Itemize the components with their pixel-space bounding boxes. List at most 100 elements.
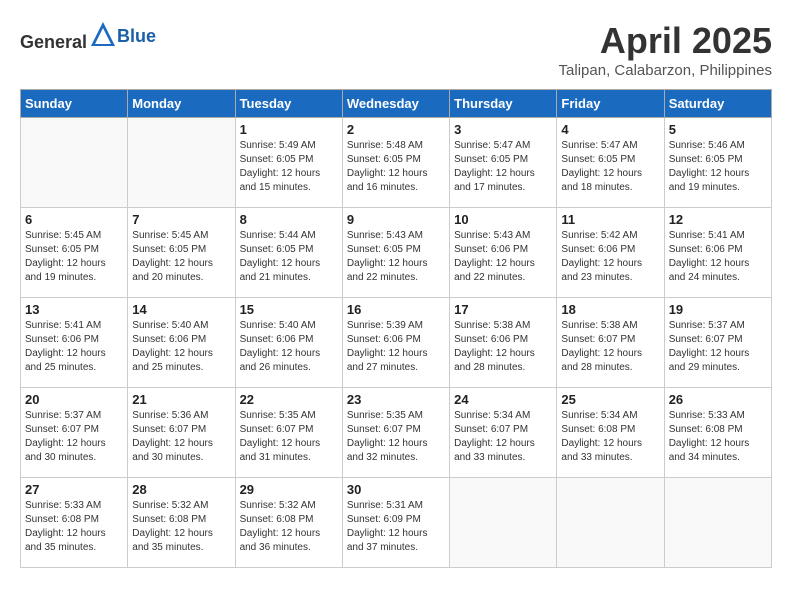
day-number: 6 [25, 212, 123, 227]
day-number: 15 [240, 302, 338, 317]
day-info: Sunrise: 5:43 AM Sunset: 6:06 PM Dayligh… [454, 229, 552, 285]
day-number: 21 [132, 392, 230, 407]
day-number: 29 [240, 482, 338, 497]
calendar-cell: 26 Sunrise: 5:33 AM Sunset: 6:08 PM Dayli… [664, 388, 771, 478]
calendar-weekday-sunday: Sunday [21, 90, 128, 118]
day-number: 22 [240, 392, 338, 407]
day-number: 26 [669, 392, 767, 407]
calendar-cell: 5 Sunrise: 5:46 AM Sunset: 6:05 PM Daylig… [664, 118, 771, 208]
calendar-weekday-saturday: Saturday [664, 90, 771, 118]
day-number: 28 [132, 482, 230, 497]
calendar-cell: 8 Sunrise: 5:44 AM Sunset: 6:05 PM Daylig… [235, 208, 342, 298]
title-block: April 2025 Talipan, Calabarzon, Philippi… [559, 20, 772, 79]
calendar-cell: 11 Sunrise: 5:42 AM Sunset: 6:06 PM Dayli… [557, 208, 664, 298]
day-number: 10 [454, 212, 552, 227]
day-info: Sunrise: 5:37 AM Sunset: 6:07 PM Dayligh… [669, 319, 767, 375]
calendar-weekday-monday: Monday [128, 90, 235, 118]
calendar-table: SundayMondayTuesdayWednesdayThursdayFrid… [20, 89, 772, 568]
logo-general: General [20, 32, 87, 52]
day-info: Sunrise: 5:41 AM Sunset: 6:06 PM Dayligh… [25, 319, 123, 375]
logo-icon [89, 20, 117, 48]
day-info: Sunrise: 5:37 AM Sunset: 6:07 PM Dayligh… [25, 409, 123, 465]
calendar-cell: 16Sunrise: 5:39 AM Sunset: 6:06 PM Dayli… [342, 298, 449, 388]
day-number: 4 [561, 122, 659, 137]
day-info: Sunrise: 5:47 AM Sunset: 6:05 PM Dayligh… [454, 139, 552, 195]
calendar-cell: 12 Sunrise: 5:41 AM Sunset: 6:06 PM Dayli… [664, 208, 771, 298]
calendar-cell: 30Sunrise: 5:31 AM Sunset: 6:09 PM Dayli… [342, 478, 449, 568]
calendar-cell: 17Sunrise: 5:38 AM Sunset: 6:06 PM Dayli… [450, 298, 557, 388]
day-info: Sunrise: 5:32 AM Sunset: 6:08 PM Dayligh… [132, 499, 230, 555]
day-info: Sunrise: 5:47 AM Sunset: 6:05 PM Dayligh… [561, 139, 659, 195]
calendar-cell: 29 Sunrise: 5:32 AM Sunset: 6:08 PM Dayli… [235, 478, 342, 568]
day-info: Sunrise: 5:38 AM Sunset: 6:07 PM Dayligh… [561, 319, 659, 375]
day-info: Sunrise: 5:40 AM Sunset: 6:06 PM Dayligh… [132, 319, 230, 375]
day-number: 13 [25, 302, 123, 317]
calendar-week-row: 20 Sunrise: 5:37 AM Sunset: 6:07 PM Dayli… [21, 388, 772, 478]
calendar-cell: 25Sunrise: 5:34 AM Sunset: 6:08 PM Dayli… [557, 388, 664, 478]
day-number: 8 [240, 212, 338, 227]
calendar-weekday-friday: Friday [557, 90, 664, 118]
day-info: Sunrise: 5:43 AM Sunset: 6:05 PM Dayligh… [347, 229, 445, 285]
calendar-cell: 9 Sunrise: 5:43 AM Sunset: 6:05 PM Daylig… [342, 208, 449, 298]
day-number: 23 [347, 392, 445, 407]
day-number: 3 [454, 122, 552, 137]
day-info: Sunrise: 5:34 AM Sunset: 6:08 PM Dayligh… [561, 409, 659, 465]
calendar-cell [128, 118, 235, 208]
calendar-cell [664, 478, 771, 568]
logo-blue: Blue [117, 26, 156, 46]
day-info: Sunrise: 5:45 AM Sunset: 6:05 PM Dayligh… [25, 229, 123, 285]
day-info: Sunrise: 5:42 AM Sunset: 6:06 PM Dayligh… [561, 229, 659, 285]
calendar-cell: 19 Sunrise: 5:37 AM Sunset: 6:07 PM Dayli… [664, 298, 771, 388]
day-number: 9 [347, 212, 445, 227]
day-number: 27 [25, 482, 123, 497]
calendar-week-row: 1 Sunrise: 5:49 AM Sunset: 6:05 PM Daylig… [21, 118, 772, 208]
page-header: General Blue April 2025 Talipan, Calabar… [20, 20, 772, 79]
day-info: Sunrise: 5:33 AM Sunset: 6:08 PM Dayligh… [25, 499, 123, 555]
calendar-cell: 10 Sunrise: 5:43 AM Sunset: 6:06 PM Dayli… [450, 208, 557, 298]
day-info: Sunrise: 5:32 AM Sunset: 6:08 PM Dayligh… [240, 499, 338, 555]
calendar-cell: 27 Sunrise: 5:33 AM Sunset: 6:08 PM Dayli… [21, 478, 128, 568]
calendar-cell: 3 Sunrise: 5:47 AM Sunset: 6:05 PM Daylig… [450, 118, 557, 208]
day-number: 20 [25, 392, 123, 407]
calendar-cell: 14Sunrise: 5:40 AM Sunset: 6:06 PM Dayli… [128, 298, 235, 388]
calendar-cell: 18Sunrise: 5:38 AM Sunset: 6:07 PM Dayli… [557, 298, 664, 388]
calendar-weekday-wednesday: Wednesday [342, 90, 449, 118]
calendar-week-row: 27 Sunrise: 5:33 AM Sunset: 6:08 PM Dayli… [21, 478, 772, 568]
day-number: 5 [669, 122, 767, 137]
calendar-cell: 2 Sunrise: 5:48 AM Sunset: 6:05 PM Daylig… [342, 118, 449, 208]
day-number: 1 [240, 122, 338, 137]
day-info: Sunrise: 5:40 AM Sunset: 6:06 PM Dayligh… [240, 319, 338, 375]
calendar-cell [450, 478, 557, 568]
day-info: Sunrise: 5:34 AM Sunset: 6:07 PM Dayligh… [454, 409, 552, 465]
day-info: Sunrise: 5:41 AM Sunset: 6:06 PM Dayligh… [669, 229, 767, 285]
calendar-cell: 1 Sunrise: 5:49 AM Sunset: 6:05 PM Daylig… [235, 118, 342, 208]
calendar-cell: 15 Sunrise: 5:40 AM Sunset: 6:06 PM Dayli… [235, 298, 342, 388]
calendar-cell: 22 Sunrise: 5:35 AM Sunset: 6:07 PM Dayli… [235, 388, 342, 478]
day-number: 11 [561, 212, 659, 227]
calendar-cell [557, 478, 664, 568]
calendar-cell: 7Sunrise: 5:45 AM Sunset: 6:05 PM Daylig… [128, 208, 235, 298]
day-number: 19 [669, 302, 767, 317]
day-number: 24 [454, 392, 552, 407]
page-title: April 2025 [559, 20, 772, 62]
calendar-cell: 23Sunrise: 5:35 AM Sunset: 6:07 PM Dayli… [342, 388, 449, 478]
day-number: 30 [347, 482, 445, 497]
day-info: Sunrise: 5:36 AM Sunset: 6:07 PM Dayligh… [132, 409, 230, 465]
day-info: Sunrise: 5:35 AM Sunset: 6:07 PM Dayligh… [240, 409, 338, 465]
day-info: Sunrise: 5:39 AM Sunset: 6:06 PM Dayligh… [347, 319, 445, 375]
day-info: Sunrise: 5:38 AM Sunset: 6:06 PM Dayligh… [454, 319, 552, 375]
day-number: 2 [347, 122, 445, 137]
calendar-cell [21, 118, 128, 208]
calendar-cell: 6 Sunrise: 5:45 AM Sunset: 6:05 PM Daylig… [21, 208, 128, 298]
calendar-weekday-tuesday: Tuesday [235, 90, 342, 118]
day-number: 12 [669, 212, 767, 227]
day-info: Sunrise: 5:33 AM Sunset: 6:08 PM Dayligh… [669, 409, 767, 465]
calendar-week-row: 13 Sunrise: 5:41 AM Sunset: 6:06 PM Dayli… [21, 298, 772, 388]
day-info: Sunrise: 5:48 AM Sunset: 6:05 PM Dayligh… [347, 139, 445, 195]
calendar-cell: 24 Sunrise: 5:34 AM Sunset: 6:07 PM Dayli… [450, 388, 557, 478]
calendar-week-row: 6 Sunrise: 5:45 AM Sunset: 6:05 PM Daylig… [21, 208, 772, 298]
calendar-weekday-thursday: Thursday [450, 90, 557, 118]
day-info: Sunrise: 5:49 AM Sunset: 6:05 PM Dayligh… [240, 139, 338, 195]
day-info: Sunrise: 5:46 AM Sunset: 6:05 PM Dayligh… [669, 139, 767, 195]
day-info: Sunrise: 5:44 AM Sunset: 6:05 PM Dayligh… [240, 229, 338, 285]
